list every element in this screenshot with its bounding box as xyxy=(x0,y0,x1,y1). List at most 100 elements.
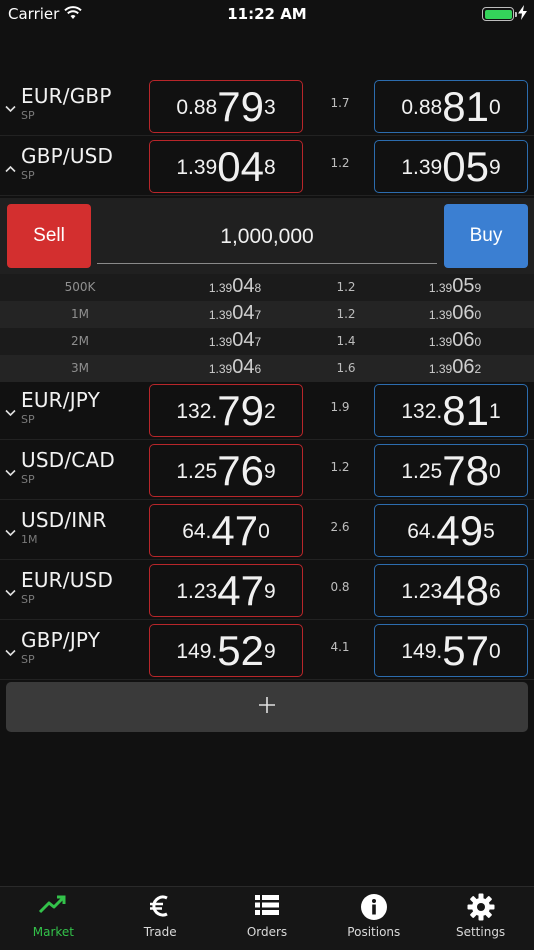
buy-price-button[interactable]: 149. 57 0 xyxy=(374,624,528,677)
ladder-ask-price[interactable]: 1.39060 xyxy=(410,330,500,350)
buy-price-button[interactable]: 132. 81 1 xyxy=(374,384,528,437)
sell-button[interactable]: Sell xyxy=(7,204,91,268)
pair-row[interactable]: EUR/GBP SP 0.88 79 3 1.7 0.88 81 0 xyxy=(0,76,534,136)
pair-name: GBP/USD xyxy=(21,144,114,168)
info-icon xyxy=(320,893,427,921)
buy-price-button[interactable]: 1.23 48 6 xyxy=(374,564,528,617)
ladder-size: 1M xyxy=(71,307,89,321)
price-pip: 6 xyxy=(254,362,262,376)
sell-price-button[interactable]: 0.88 79 3 xyxy=(149,80,303,133)
chevron-down-icon[interactable] xyxy=(5,402,16,421)
ladder-ask-price[interactable]: 1.39062 xyxy=(410,357,500,377)
price-prefix: 64. xyxy=(407,519,437,543)
price-prefix: 1.39 xyxy=(208,335,233,349)
tab-bar: Market Trade Orders Positions Settings xyxy=(0,886,534,950)
price-prefix: 132. xyxy=(176,399,218,423)
pair-row[interactable]: USD/CAD SP 1.25 76 9 1.2 1.25 78 0 xyxy=(0,440,534,500)
tab-label: Positions xyxy=(347,925,401,939)
price-big-figure: 48 xyxy=(442,566,489,614)
price-pip: 9 xyxy=(263,579,276,603)
ladder-row: 3M 1.39046 1.6 1.39062 xyxy=(0,355,534,382)
chart-trend-icon xyxy=(0,893,107,915)
price-big-figure: 06 xyxy=(452,302,475,324)
amount-input[interactable]: 1,000,000 xyxy=(97,210,437,264)
chevron-up-icon[interactable] xyxy=(5,158,16,177)
buy-button[interactable]: Buy xyxy=(444,204,528,268)
price-prefix: 1.39 xyxy=(428,308,453,322)
price-big-figure: 49 xyxy=(436,506,484,554)
price-pip: 0 xyxy=(488,95,501,119)
pair-row[interactable]: GBP/JPY SP 149. 52 9 4.1 149. 57 0 xyxy=(0,620,534,680)
tab-orders[interactable]: Orders xyxy=(214,887,321,950)
sell-price-button[interactable]: 64. 47 0 xyxy=(149,504,303,557)
ladder-row: 2M 1.39047 1.4 1.39060 xyxy=(0,328,534,355)
pair-row[interactable]: GBP/USD SP 1.39 04 8 1.2 1.39 05 9 xyxy=(0,136,534,196)
pair-row[interactable]: EUR/JPY SP 132. 79 2 1.9 132. 81 1 xyxy=(0,380,534,440)
price-big-figure: 81 xyxy=(442,82,489,130)
price-pip: 6 xyxy=(488,579,501,603)
buy-price-button[interactable]: 1.39 05 9 xyxy=(374,140,528,193)
ladder-ask-price[interactable]: 1.39059 xyxy=(410,276,500,296)
price-big-figure: 06 xyxy=(452,329,475,351)
chevron-down-icon[interactable] xyxy=(5,98,16,117)
pair-row[interactable]: USD/INR 1M 64. 47 0 2.6 64. 49 5 xyxy=(0,500,534,560)
price-pip: 9 xyxy=(263,459,276,483)
price-prefix: 149. xyxy=(176,639,218,663)
add-pair-button[interactable] xyxy=(6,682,528,732)
buy-price-button[interactable]: 64. 49 5 xyxy=(374,504,528,557)
sell-price-button[interactable]: 1.23 47 9 xyxy=(149,564,303,617)
euro-icon xyxy=(107,893,214,919)
ladder-row: 500K 1.39048 1.2 1.39059 xyxy=(0,274,534,301)
chevron-down-icon[interactable] xyxy=(5,522,16,541)
price-prefix: 132. xyxy=(401,399,443,423)
spread-value: 1.7 xyxy=(330,96,350,110)
pair-name: EUR/GBP xyxy=(21,84,112,108)
chevron-down-icon[interactable] xyxy=(5,582,16,601)
sell-price-button[interactable]: 1.25 76 9 xyxy=(149,444,303,497)
chevron-down-icon[interactable] xyxy=(5,642,16,661)
price-prefix: 1.23 xyxy=(401,579,443,603)
price-pip: 9 xyxy=(488,155,501,179)
price-big-figure: 78 xyxy=(442,446,489,494)
plus-icon xyxy=(257,695,277,719)
sell-price-button[interactable]: 149. 52 9 xyxy=(149,624,303,677)
tab-positions[interactable]: Positions xyxy=(320,887,427,950)
price-big-figure: 04 xyxy=(232,356,255,378)
price-prefix: 1.39 xyxy=(208,308,233,322)
buy-price-button[interactable]: 0.88 81 0 xyxy=(374,80,528,133)
tab-label: Orders xyxy=(246,925,288,939)
pair-tenor: SP xyxy=(21,653,35,666)
spread-value: 4.1 xyxy=(330,640,350,654)
ladder-bid-price[interactable]: 1.39047 xyxy=(190,303,280,323)
sell-price-button[interactable]: 1.39 04 8 xyxy=(149,140,303,193)
pair-row[interactable]: EUR/USD SP 1.23 47 9 0.8 1.23 48 6 xyxy=(0,560,534,620)
buy-price-button[interactable]: 1.25 78 0 xyxy=(374,444,528,497)
price-prefix: 1.39 xyxy=(428,281,453,295)
price-pip: 2 xyxy=(474,362,482,376)
price-prefix: 1.39 xyxy=(428,335,453,349)
ladder-bid-price[interactable]: 1.39047 xyxy=(190,330,280,350)
pair-name: USD/CAD xyxy=(21,448,115,472)
ladder-bid-price[interactable]: 1.39046 xyxy=(190,357,280,377)
price-prefix: 1.39 xyxy=(401,155,443,179)
tab-settings[interactable]: Settings xyxy=(427,887,534,950)
spread-value: 2.6 xyxy=(330,520,350,534)
price-pip: 7 xyxy=(254,335,262,349)
gear-icon xyxy=(427,893,534,921)
price-prefix: 1.39 xyxy=(176,155,218,179)
tab-trade[interactable]: Trade xyxy=(107,887,214,950)
price-pip: 3 xyxy=(263,95,276,119)
price-pip: 5 xyxy=(483,519,495,543)
price-big-figure: 79 xyxy=(217,386,264,434)
ladder-bid-price[interactable]: 1.39048 xyxy=(190,276,280,296)
sell-price-button[interactable]: 132. 79 2 xyxy=(149,384,303,437)
ladder-spread: 1.4 xyxy=(336,334,356,348)
ladder-ask-price[interactable]: 1.39060 xyxy=(410,303,500,323)
price-pip: 0 xyxy=(474,335,482,349)
spread-value: 1.9 xyxy=(330,400,350,414)
price-big-figure: 79 xyxy=(217,82,264,130)
chevron-down-icon[interactable] xyxy=(5,462,16,481)
price-prefix: 1.23 xyxy=(176,579,218,603)
tab-market[interactable]: Market xyxy=(0,887,107,950)
ladder-size: 2M xyxy=(71,334,89,348)
